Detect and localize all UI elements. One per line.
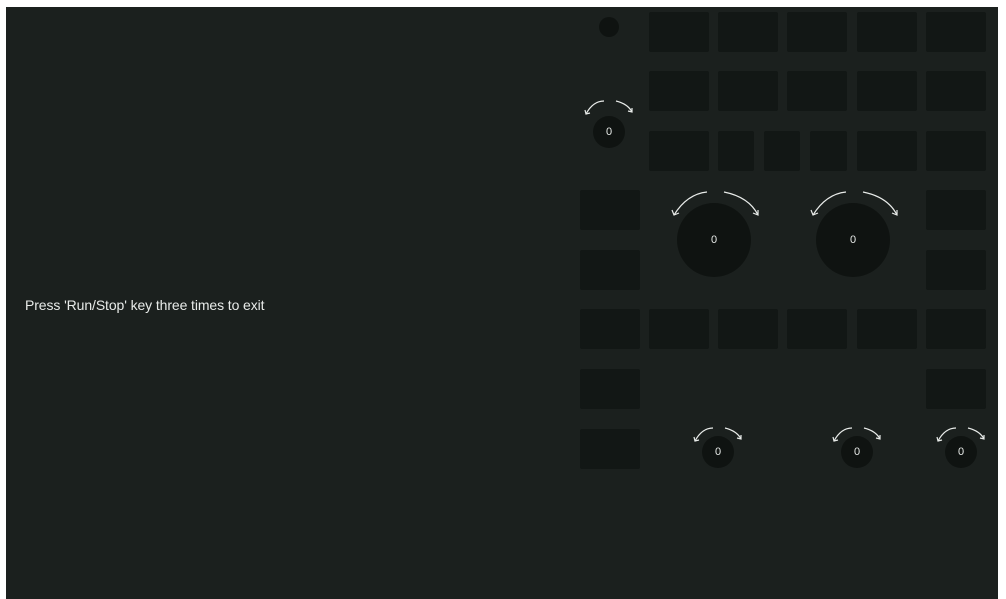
soft-key-r1-c3[interactable] (787, 12, 847, 52)
small-knob-bottom-3-value: 0 (957, 446, 965, 458)
exit-hint-text: Press 'Run/Stop' key three times to exit (25, 297, 265, 313)
rotate-arrows-icon (936, 427, 985, 442)
large-knob-right-value: 0 (849, 234, 857, 246)
small-knob-bottom-3[interactable]: 0 (856, 342, 998, 542)
large-knob-right[interactable]: 0 (746, 133, 946, 333)
small-knob-bottom-1-value: 0 (714, 446, 722, 458)
large-knob-left-value: 0 (710, 234, 718, 246)
soft-key-r2-c2[interactable] (718, 71, 778, 111)
soft-key-r1-c4[interactable] (857, 12, 917, 52)
device-screen: Press 'Run/Stop' key three times to exit (6, 7, 998, 599)
soft-key-r1-c5[interactable] (926, 12, 986, 52)
soft-key-r2-c4[interactable] (857, 71, 917, 111)
soft-key-r2-c5[interactable] (926, 71, 986, 111)
soft-key-r1-c2[interactable] (718, 12, 778, 52)
soft-key-r2-c3[interactable] (787, 71, 847, 111)
